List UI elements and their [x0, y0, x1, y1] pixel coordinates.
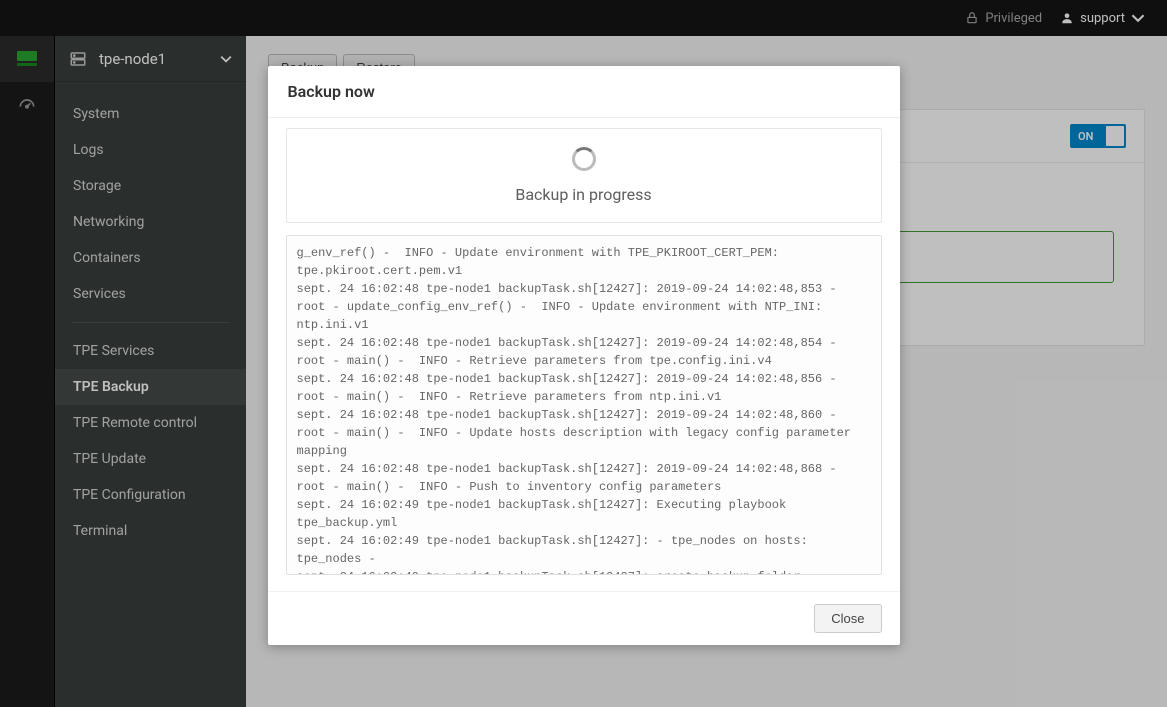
progress-box: Backup in progress	[286, 128, 882, 223]
progress-message: Backup in progress	[287, 185, 881, 204]
spinner-icon	[572, 147, 596, 171]
close-button[interactable]: Close	[814, 604, 881, 633]
backup-now-dialog: Backup now Backup in progress g_env_ref(…	[268, 66, 900, 645]
backup-log[interactable]: g_env_ref() - INFO - Update environment …	[286, 235, 882, 575]
dialog-title: Backup now	[268, 66, 900, 118]
modal-overlay: Backup now Backup in progress g_env_ref(…	[0, 0, 1167, 707]
